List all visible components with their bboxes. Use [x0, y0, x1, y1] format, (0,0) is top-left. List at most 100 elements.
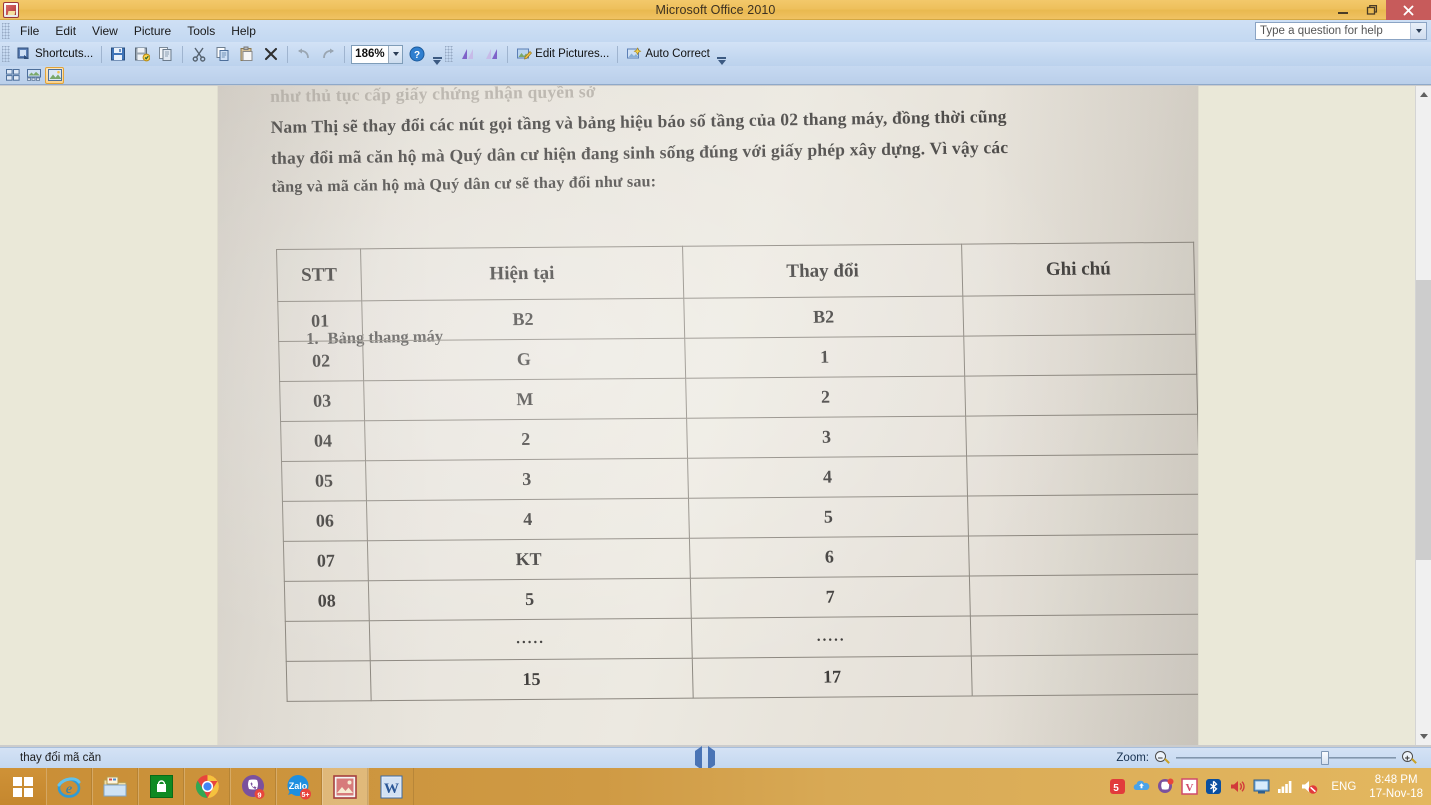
cell-stt: 05: [281, 460, 367, 502]
taskbar-item-picture-manager[interactable]: [322, 768, 368, 805]
toolbar-grip-2[interactable]: [445, 46, 454, 62]
auto-correct-button[interactable]: Auto Correct: [622, 44, 714, 65]
taskbar-language[interactable]: ENG: [1325, 780, 1356, 794]
menu-edit[interactable]: Edit: [47, 22, 84, 40]
view-toolbar: [0, 66, 1431, 85]
edit-pictures-button[interactable]: Edit Pictures...: [512, 44, 613, 65]
picture-viewport[interactable]: như thủ tục cấp giấy chứng nhận quyền sở…: [0, 86, 1415, 745]
cell-note: [968, 534, 1198, 577]
overflow-bar-icon: [432, 56, 442, 59]
zoom-slider[interactable]: [1176, 751, 1396, 765]
taskbar-item-windows-store[interactable]: [138, 768, 184, 805]
volume-icon[interactable]: [1229, 778, 1246, 795]
copy-to-button[interactable]: [154, 44, 178, 65]
cell-changed: 3: [686, 416, 967, 459]
close-button[interactable]: [1386, 0, 1431, 20]
taskbar-item-microsoft-word[interactable]: W: [368, 768, 414, 805]
zoom-combobox[interactable]: 186%: [351, 44, 404, 64]
redo-button[interactable]: [316, 44, 340, 65]
zoom-out-button[interactable]: −: [1155, 750, 1170, 766]
taskbar-item-internet-explorer[interactable]: e: [46, 768, 92, 805]
taskbar-item-google-chrome[interactable]: [184, 768, 230, 805]
taskbar-item-zalo[interactable]: Zalo 5+: [276, 768, 322, 805]
restore-button[interactable]: [1357, 0, 1386, 20]
zoom-dropdown-button[interactable]: [388, 45, 403, 63]
start-button[interactable]: [0, 768, 46, 805]
network-signal-icon[interactable]: [1277, 778, 1294, 795]
delete-x-icon: [263, 46, 279, 62]
svg-text:V: V: [1186, 782, 1194, 794]
sound-muted-icon[interactable]: [1301, 778, 1318, 795]
window-title: Microsoft Office 2010: [655, 2, 776, 17]
scroll-up-button[interactable]: [1416, 86, 1431, 103]
bluetooth-icon[interactable]: [1205, 778, 1222, 795]
minimize-button[interactable]: [1328, 0, 1357, 20]
rotate-right-button[interactable]: [479, 44, 503, 65]
header-current: Hiện tại: [360, 246, 684, 301]
overflow-bar-icon: [717, 56, 727, 59]
scroll-down-button[interactable]: [1416, 728, 1431, 745]
zoom-value: 186%: [355, 48, 385, 60]
filmstrip-view-button[interactable]: [24, 67, 43, 84]
taskbar-clock[interactable]: 8:48 PM 17-Nov-18: [1363, 773, 1423, 801]
previous-picture-button[interactable]: [695, 746, 702, 770]
zoom-slider-thumb[interactable]: [1321, 751, 1329, 765]
paste-button[interactable]: [235, 44, 259, 65]
shortcuts-button[interactable]: Shortcuts...: [12, 44, 97, 65]
rotate-left-icon: [459, 46, 475, 62]
viber-tray-icon[interactable]: [1157, 778, 1174, 795]
toolbar-overflow-button-2[interactable]: [716, 44, 728, 65]
help-search-dropdown[interactable]: [1410, 23, 1426, 39]
taskbar-item-file-explorer[interactable]: [92, 768, 138, 805]
delete-button[interactable]: [259, 44, 283, 65]
menu-view[interactable]: View: [84, 22, 126, 40]
cell-stt: 06: [282, 500, 368, 542]
close-icon: [1403, 5, 1414, 15]
toolbar-separator-4: [344, 45, 346, 63]
help-button[interactable]: ?: [405, 44, 429, 65]
menu-picture-label: Picture: [133, 24, 172, 38]
unikey-icon[interactable]: 5: [1109, 778, 1126, 795]
v-app-icon[interactable]: V: [1181, 778, 1199, 795]
next-picture-button[interactable]: [708, 746, 715, 770]
vertical-scrollbar[interactable]: [1415, 86, 1431, 745]
thumbnail-view-button[interactable]: [3, 67, 22, 84]
zoom-in-button[interactable]: +: [1402, 750, 1417, 766]
single-picture-view-button[interactable]: [45, 66, 64, 84]
copy-button[interactable]: [211, 44, 235, 65]
rotate-left-button[interactable]: [455, 44, 479, 65]
menu-help[interactable]: Help: [223, 22, 264, 40]
menu-grip[interactable]: [2, 23, 10, 39]
cell-current: .....: [369, 618, 692, 661]
status-bar: thay đổi mã căn Zoom: − +: [0, 746, 1431, 770]
toolbar-grip-1[interactable]: [2, 46, 10, 62]
save-as-button[interactable]: [130, 44, 154, 65]
arrow-right-icon: [708, 746, 715, 770]
zoom-label: Zoom:: [1116, 752, 1149, 764]
menu-picture[interactable]: Picture: [126, 22, 179, 40]
monitor-icon[interactable]: [1253, 778, 1270, 795]
zalo-icon: Zalo 5+: [287, 774, 311, 799]
cell-current: 2: [364, 418, 688, 461]
menu-tools[interactable]: Tools: [179, 22, 223, 40]
menu-help-label: Help: [231, 24, 256, 38]
taskbar-item-viber[interactable]: 9: [230, 768, 276, 805]
help-search-box[interactable]: Type a question for help: [1255, 22, 1427, 40]
windows-taskbar: e 9 Zalo 5+ W 5 V ENG 8:48 PM 17-Nov-18: [0, 768, 1431, 805]
scrollbar-thumb[interactable]: [1416, 280, 1431, 560]
cut-button[interactable]: [187, 44, 211, 65]
copy-icon: [215, 46, 231, 62]
svg-text:5+: 5+: [302, 792, 310, 799]
edit-pictures-icon: [516, 46, 533, 62]
internet-explorer-icon: e: [57, 776, 81, 798]
toolbar-overflow-button-1[interactable]: [431, 44, 443, 65]
onedrive-icon[interactable]: [1133, 778, 1150, 795]
undo-button[interactable]: [292, 44, 316, 65]
minus-glyph: −: [1157, 753, 1163, 763]
table-row: 15 17: [286, 654, 1198, 702]
table-head: STT Hiện tại Thay đổi Ghi chú: [276, 242, 1195, 302]
paste-icon: [239, 46, 255, 62]
cell-current: G: [362, 338, 686, 381]
save-button[interactable]: [106, 44, 130, 65]
menu-file[interactable]: File: [12, 22, 47, 40]
